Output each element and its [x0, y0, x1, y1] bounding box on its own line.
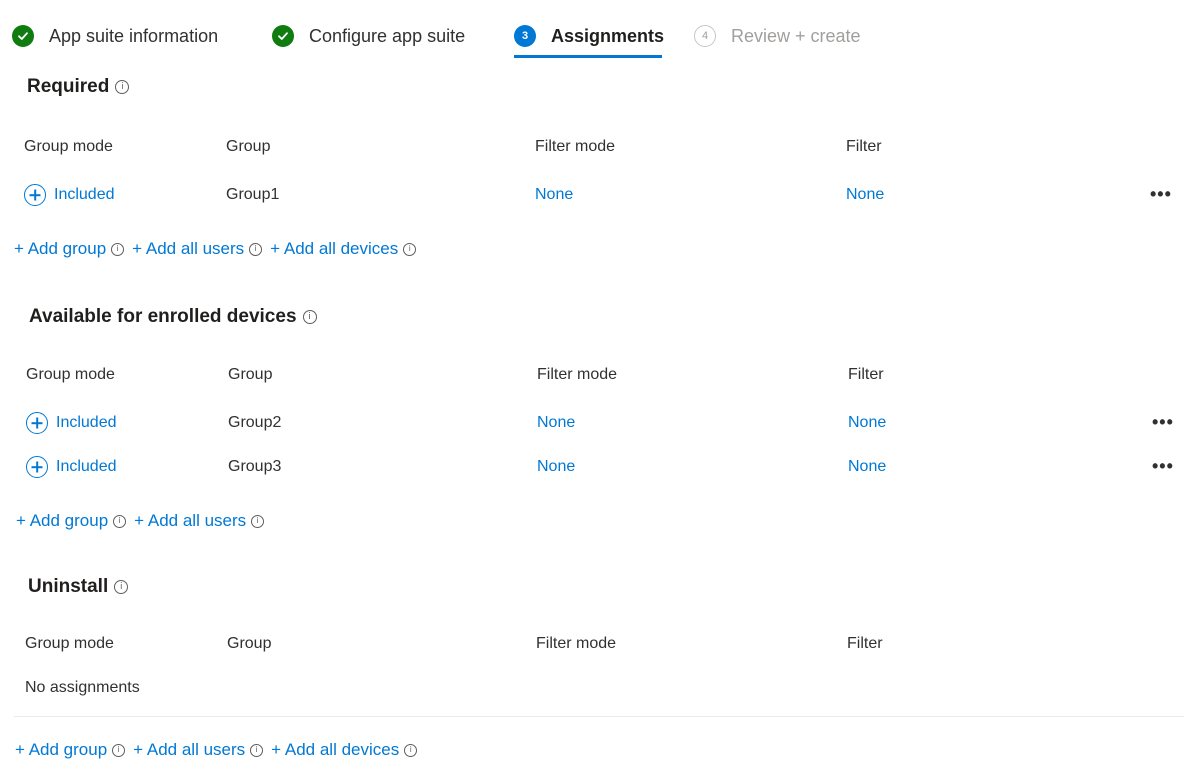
- step-review-create[interactable]: 4 Review + create: [694, 22, 861, 50]
- add-group-link[interactable]: + Add group i: [15, 740, 126, 760]
- column-header-filter-mode[interactable]: Filter mode: [536, 635, 616, 653]
- required-actions: + Add group i + Add all users i + Add all …: [14, 239, 424, 259]
- empty-state-text: No assignments: [25, 679, 140, 696]
- group-mode-cell[interactable]: Included: [26, 456, 117, 478]
- column-header-filter-mode[interactable]: Filter mode: [537, 366, 617, 384]
- filter-mode-link[interactable]: None: [535, 186, 573, 204]
- group-cell: Group2: [228, 414, 282, 431]
- info-icon[interactable]: i: [249, 242, 263, 256]
- info-icon[interactable]: i: [112, 743, 126, 757]
- section-title-available: Available for enrolled devices i: [29, 306, 317, 328]
- group-cell: Group1: [226, 186, 280, 203]
- info-icon[interactable]: i: [251, 514, 265, 528]
- column-header-group[interactable]: Group: [226, 138, 270, 156]
- active-step-indicator: [514, 55, 662, 58]
- add-circle-icon: [24, 184, 46, 206]
- section-title-uninstall: Uninstall i: [28, 576, 129, 598]
- info-icon[interactable]: i: [302, 310, 317, 324]
- group-cell: Group3: [228, 458, 282, 475]
- add-all-users-link[interactable]: + Add all users i: [134, 511, 265, 531]
- info-icon[interactable]: i: [113, 514, 127, 528]
- column-header-filter[interactable]: Filter: [847, 635, 883, 653]
- info-icon[interactable]: i: [114, 580, 129, 594]
- step-number-badge: 4: [694, 25, 716, 47]
- step-assignments[interactable]: 3 Assignments: [514, 22, 664, 50]
- uninstall-actions: + Add group i + Add all users i + Add all …: [15, 740, 425, 760]
- add-circle-icon: [26, 412, 48, 434]
- column-header-group-mode[interactable]: Group mode: [25, 635, 114, 653]
- group-mode-cell[interactable]: Included: [24, 184, 115, 206]
- info-icon[interactable]: i: [111, 242, 125, 256]
- step-number-badge: 3: [514, 25, 536, 47]
- info-icon[interactable]: i: [115, 80, 130, 94]
- add-all-devices-link[interactable]: + Add all devices i: [270, 239, 417, 259]
- step-configure-app-suite[interactable]: Configure app suite: [272, 22, 465, 50]
- column-header-group[interactable]: Group: [227, 635, 271, 653]
- step-label: App suite information: [49, 25, 219, 46]
- info-icon[interactable]: i: [250, 743, 264, 757]
- column-header-filter[interactable]: Filter: [846, 138, 882, 156]
- add-all-devices-link[interactable]: + Add all devices i: [271, 740, 418, 760]
- column-header-group-mode[interactable]: Group mode: [24, 138, 113, 156]
- divider: [14, 716, 1184, 717]
- column-header-group-mode[interactable]: Group mode: [26, 366, 115, 384]
- step-label: Assignments: [551, 25, 665, 46]
- column-header-filter-mode[interactable]: Filter mode: [535, 138, 615, 156]
- add-circle-icon: [26, 456, 48, 478]
- info-icon[interactable]: i: [404, 743, 418, 757]
- filter-link[interactable]: None: [846, 186, 884, 204]
- add-group-link[interactable]: + Add group i: [16, 511, 127, 531]
- filter-link[interactable]: None: [848, 458, 886, 476]
- more-options-icon[interactable]: •••: [1152, 457, 1174, 475]
- column-header-filter[interactable]: Filter: [848, 366, 884, 384]
- checkmark-icon: [12, 25, 34, 47]
- section-title-required: Required i: [27, 76, 130, 98]
- info-icon[interactable]: i: [403, 242, 417, 256]
- filter-mode-link[interactable]: None: [537, 458, 575, 476]
- step-label: Review + create: [731, 25, 861, 46]
- checkmark-icon: [272, 25, 294, 47]
- add-group-link[interactable]: + Add group i: [14, 239, 125, 259]
- add-all-users-link[interactable]: + Add all users i: [133, 740, 264, 760]
- more-options-icon[interactable]: •••: [1150, 185, 1172, 203]
- step-label: Configure app suite: [309, 25, 466, 46]
- group-mode-cell[interactable]: Included: [26, 412, 117, 434]
- step-app-suite-information[interactable]: App suite information: [12, 22, 218, 50]
- filter-link[interactable]: None: [848, 414, 886, 432]
- available-actions: + Add group i + Add all users i: [16, 511, 272, 531]
- filter-mode-link[interactable]: None: [537, 414, 575, 432]
- more-options-icon[interactable]: •••: [1152, 413, 1174, 431]
- add-all-users-link[interactable]: + Add all users i: [132, 239, 263, 259]
- column-header-group[interactable]: Group: [228, 366, 272, 384]
